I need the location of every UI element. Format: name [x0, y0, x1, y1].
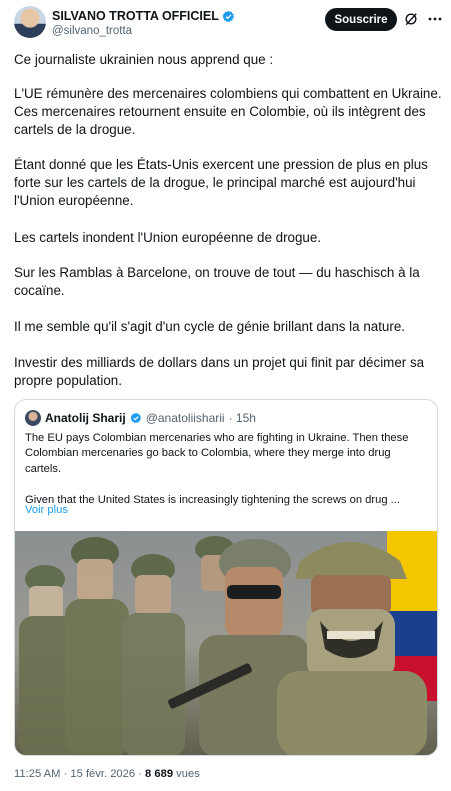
- post-header: SILVANO TROTTA OFFICIEL @silvano_trotta …: [0, 0, 451, 44]
- verified-badge-icon: [130, 412, 141, 424]
- post-meta: 11:25 AM · 15 févr. 2026 · 8 689 vues: [14, 768, 200, 780]
- see-more-link[interactable]: Voir plus: [25, 504, 68, 516]
- avatar[interactable]: [14, 6, 46, 38]
- quoted-post-time: · 15h: [228, 411, 256, 425]
- quoted-post-text: The EU pays Colombian mercenaries who ar…: [25, 432, 409, 506]
- post-paragraph: Investir des milliards de dollars dans u…: [14, 355, 425, 389]
- meta-separator: ·: [60, 768, 71, 780]
- quoted-post[interactable]: Anatolij Sharij @anatoliisharii · 15h Th…: [14, 399, 438, 756]
- author-display-name[interactable]: SILVANO TROTTA OFFICIEL: [52, 9, 219, 23]
- quoted-author-name: Anatolij Sharij: [45, 411, 126, 425]
- meta-separator: ·: [135, 768, 146, 780]
- grok-icon[interactable]: [404, 12, 418, 26]
- author-handle[interactable]: @silvano_trotta: [52, 25, 132, 37]
- post-date[interactable]: 15 févr. 2026: [70, 768, 135, 780]
- views-label: vues: [173, 768, 200, 780]
- post-paragraph: Il me semble qu'il s'agit d'un cycle de …: [14, 319, 406, 334]
- quoted-post-header: Anatolij Sharij @anatoliisharii · 15h: [25, 410, 256, 426]
- post-paragraph: Ce journaliste ukrainien nous apprend qu…: [14, 52, 274, 67]
- post-paragraph: L'UE rémunère des mercenaires colombiens…: [14, 86, 442, 138]
- more-options-icon[interactable]: [427, 11, 443, 27]
- views-count: 8 689: [145, 768, 174, 780]
- post-paragraph: Étant donné que les États-Unis exercent …: [14, 157, 428, 209]
- verified-badge-icon: [222, 10, 234, 22]
- soldiers-photo: [15, 531, 437, 755]
- post-paragraph: Sur les Ramblas à Barcelone, on trouve d…: [14, 265, 420, 299]
- quoted-avatar: [25, 410, 41, 426]
- post-paragraph: Les cartels inondent l'Union européenne …: [14, 230, 322, 245]
- quoted-post-image[interactable]: [15, 531, 437, 755]
- post-time[interactable]: 11:25 AM: [14, 768, 60, 780]
- quoted-author-handle: @anatoliisharii: [145, 411, 225, 425]
- subscribe-button[interactable]: Souscrire: [325, 8, 397, 31]
- author-name-row[interactable]: SILVANO TROTTA OFFICIEL: [52, 9, 235, 23]
